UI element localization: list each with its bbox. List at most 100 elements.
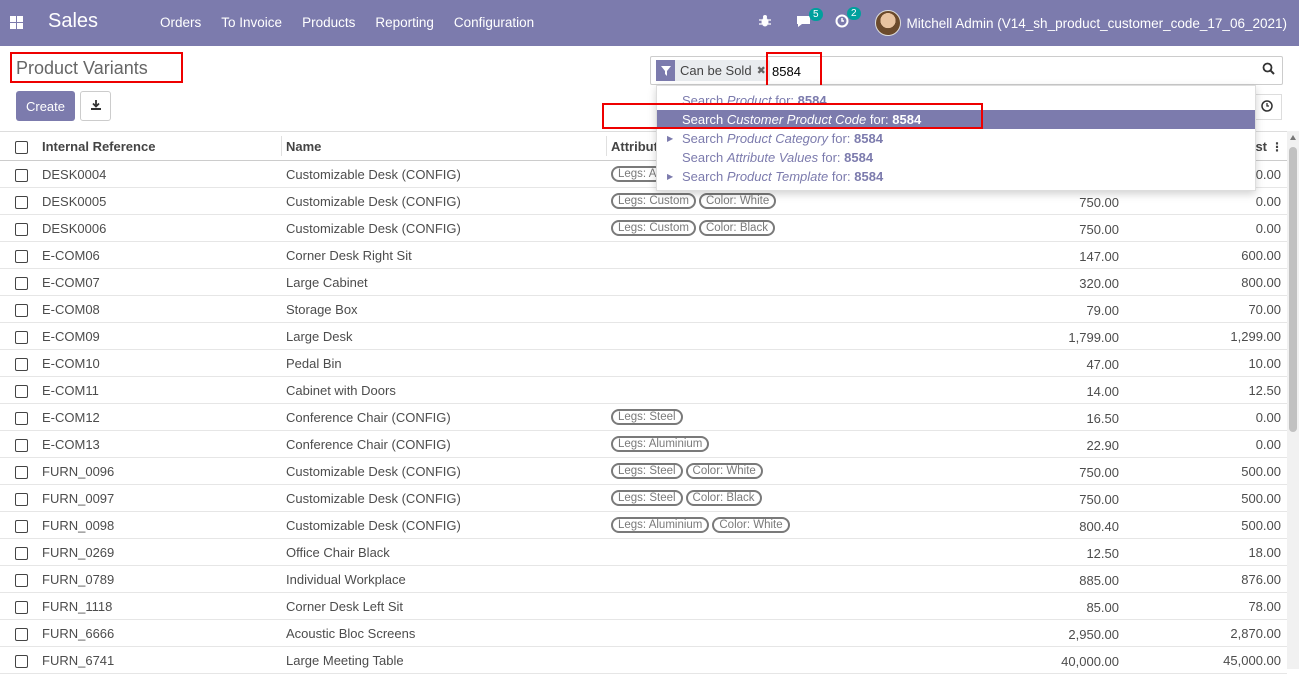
search-option-customer-product-code[interactable]: Search Customer Product Code for: 8584 xyxy=(657,110,1255,129)
row-select-cell xyxy=(0,349,38,377)
table-row[interactable]: E-COM10 Pedal Bin 47.00 10.00 xyxy=(0,349,1287,377)
cell-cost: 78.00 xyxy=(1125,592,1287,620)
row-checkbox[interactable] xyxy=(15,222,28,236)
cell-cost: 0.00 xyxy=(1125,214,1287,242)
apps-menu-icon[interactable] xyxy=(10,16,23,29)
table-row[interactable]: E-COM13 Conference Chair (CONFIG) Legs: Al… xyxy=(0,430,1287,458)
table-row[interactable]: E-COM11 Cabinet with Doors 14.00 12.50 xyxy=(0,376,1287,404)
cell-internal-reference: FURN_6741 xyxy=(38,646,282,674)
table-row[interactable]: E-COM09 Large Desk 1,799.00 1,299.00 xyxy=(0,322,1287,350)
row-checkbox[interactable] xyxy=(15,276,28,290)
table-row[interactable]: FURN_0269 Office Chair Black 12.50 18.00 xyxy=(0,538,1287,566)
menu-to-invoice[interactable]: To Invoice xyxy=(211,0,292,46)
search-facet: Can be Sold ✖ xyxy=(656,60,770,81)
row-checkbox[interactable] xyxy=(15,492,28,506)
cell-sales-price: 47.00 xyxy=(1086,357,1119,372)
optional-columns-icon[interactable]: ⋮ xyxy=(1271,140,1283,154)
page-title: Product Variants xyxy=(16,58,148,78)
search-icon[interactable] xyxy=(1262,62,1275,78)
attribute-tag: Color: Black xyxy=(698,220,775,237)
header-internal-reference[interactable]: Internal Reference xyxy=(38,131,282,161)
cell-cost: 0.00 xyxy=(1125,187,1287,215)
table-row[interactable]: DESK0006 Customizable Desk (CONFIG) Legs: … xyxy=(0,214,1287,242)
search-input[interactable] xyxy=(770,60,1250,82)
cell-attributes: Legs: Aluminium 22.90 xyxy=(607,430,1125,458)
row-checkbox[interactable] xyxy=(15,195,28,209)
cell-attributes: 147.00 xyxy=(607,241,1125,269)
row-checkbox[interactable] xyxy=(15,330,28,344)
cell-name: Individual Workplace xyxy=(282,565,607,593)
table-row[interactable]: FURN_6741 Large Meeting Table 40,000.00 45,… xyxy=(0,646,1287,674)
table-row[interactable]: E-COM07 Large Cabinet 320.00 800.00 xyxy=(0,268,1287,296)
row-checkbox[interactable] xyxy=(15,249,28,263)
menu-reporting[interactable]: Reporting xyxy=(365,0,444,46)
cell-internal-reference: E-COM13 xyxy=(38,430,282,458)
table-row[interactable]: FURN_1118 Corner Desk Left Sit 85.00 78.00 xyxy=(0,592,1287,620)
user-menu[interactable]: Mitchell Admin (V14_sh_product_customer_… xyxy=(907,16,1288,31)
row-checkbox[interactable] xyxy=(15,438,28,452)
cell-internal-reference: DESK0006 xyxy=(38,214,282,242)
app-name[interactable]: Sales xyxy=(48,10,98,33)
cell-name: Customizable Desk (CONFIG) xyxy=(282,214,607,242)
table-row[interactable]: E-COM06 Corner Desk Right Sit 147.00 600.00 xyxy=(0,241,1287,269)
cell-sales-price: 750.00 xyxy=(1079,492,1119,507)
row-checkbox[interactable] xyxy=(15,546,28,560)
attribute-tag: Color: White xyxy=(685,463,763,480)
cell-attributes: 2,950.00 xyxy=(607,619,1125,647)
vertical-scrollbar[interactable] xyxy=(1287,131,1299,669)
row-checkbox[interactable] xyxy=(15,519,28,533)
select-all-checkbox[interactable] xyxy=(15,140,28,154)
cell-internal-reference: DESK0005 xyxy=(38,187,282,215)
row-checkbox[interactable] xyxy=(15,411,28,425)
table-row[interactable]: FURN_0096 Customizable Desk (CONFIG) Legs:… xyxy=(0,457,1287,485)
create-button[interactable]: Create xyxy=(16,91,75,121)
table-row[interactable]: FURN_6666 Acoustic Bloc Screens 2,950.00 2,… xyxy=(0,619,1287,647)
row-select-cell xyxy=(0,403,38,431)
table-row[interactable]: FURN_0097 Customizable Desk (CONFIG) Legs:… xyxy=(0,484,1287,512)
cell-cost: 12.50 xyxy=(1125,376,1287,404)
table-row[interactable]: E-COM12 Conference Chair (CONFIG) Legs: St… xyxy=(0,403,1287,431)
menu-configuration[interactable]: Configuration xyxy=(444,0,544,46)
messages-icon[interactable]: 5 xyxy=(796,7,823,32)
menu-products[interactable]: Products xyxy=(292,0,365,46)
header-name[interactable]: Name xyxy=(282,131,607,161)
table-row[interactable]: E-COM08 Storage Box 79.00 70.00 xyxy=(0,295,1287,323)
cell-cost: 876.00 xyxy=(1125,565,1287,593)
row-checkbox[interactable] xyxy=(15,303,28,317)
row-checkbox[interactable] xyxy=(15,168,28,182)
cell-cost: 0.00 xyxy=(1125,430,1287,458)
row-checkbox[interactable] xyxy=(15,654,28,668)
expand-caret-icon[interactable]: ▶ xyxy=(667,129,673,148)
favorites-history-button[interactable] xyxy=(1252,94,1282,120)
cell-name: Pedal Bin xyxy=(282,349,607,377)
search-option-product-template[interactable]: ▶ Search Product Template for: 8584 xyxy=(657,167,1255,186)
cell-internal-reference: E-COM07 xyxy=(38,268,282,296)
download-button[interactable] xyxy=(80,91,111,121)
search-option-attribute-values[interactable]: Search Attribute Values for: 8584 xyxy=(657,148,1255,167)
scroll-thumb[interactable] xyxy=(1289,147,1297,432)
table-row[interactable]: FURN_0098 Customizable Desk (CONFIG) Legs:… xyxy=(0,511,1287,539)
table-row[interactable]: FURN_0789 Individual Workplace 885.00 876.0… xyxy=(0,565,1287,593)
cell-sales-price: 750.00 xyxy=(1079,195,1119,210)
cell-name: Acoustic Bloc Screens xyxy=(282,619,607,647)
facet-remove-icon[interactable]: ✖ xyxy=(757,64,770,77)
debug-bug-icon[interactable] xyxy=(758,14,772,32)
search-option-product[interactable]: Search Product for: 8584 xyxy=(657,91,1255,110)
row-checkbox[interactable] xyxy=(15,600,28,614)
row-checkbox[interactable] xyxy=(15,384,28,398)
row-checkbox[interactable] xyxy=(15,357,28,371)
row-checkbox[interactable] xyxy=(15,465,28,479)
cell-name: Large Cabinet xyxy=(282,268,607,296)
menu-orders[interactable]: Orders xyxy=(150,0,211,46)
expand-caret-icon[interactable]: ▶ xyxy=(667,167,673,186)
table-row[interactable]: DESK0005 Customizable Desk (CONFIG) Legs: … xyxy=(0,187,1287,215)
search-option-product-category[interactable]: ▶ Search Product Category for: 8584 xyxy=(657,129,1255,148)
cell-attributes: 12.50 xyxy=(607,538,1125,566)
scroll-up-arrow-icon[interactable] xyxy=(1290,135,1296,140)
activities-clock-icon[interactable]: 2 xyxy=(835,7,861,32)
row-checkbox[interactable] xyxy=(15,627,28,641)
user-avatar[interactable] xyxy=(874,10,901,36)
attribute-tag: Legs: Aluminium xyxy=(611,517,710,534)
cell-internal-reference: E-COM12 xyxy=(38,403,282,431)
row-checkbox[interactable] xyxy=(15,573,28,587)
